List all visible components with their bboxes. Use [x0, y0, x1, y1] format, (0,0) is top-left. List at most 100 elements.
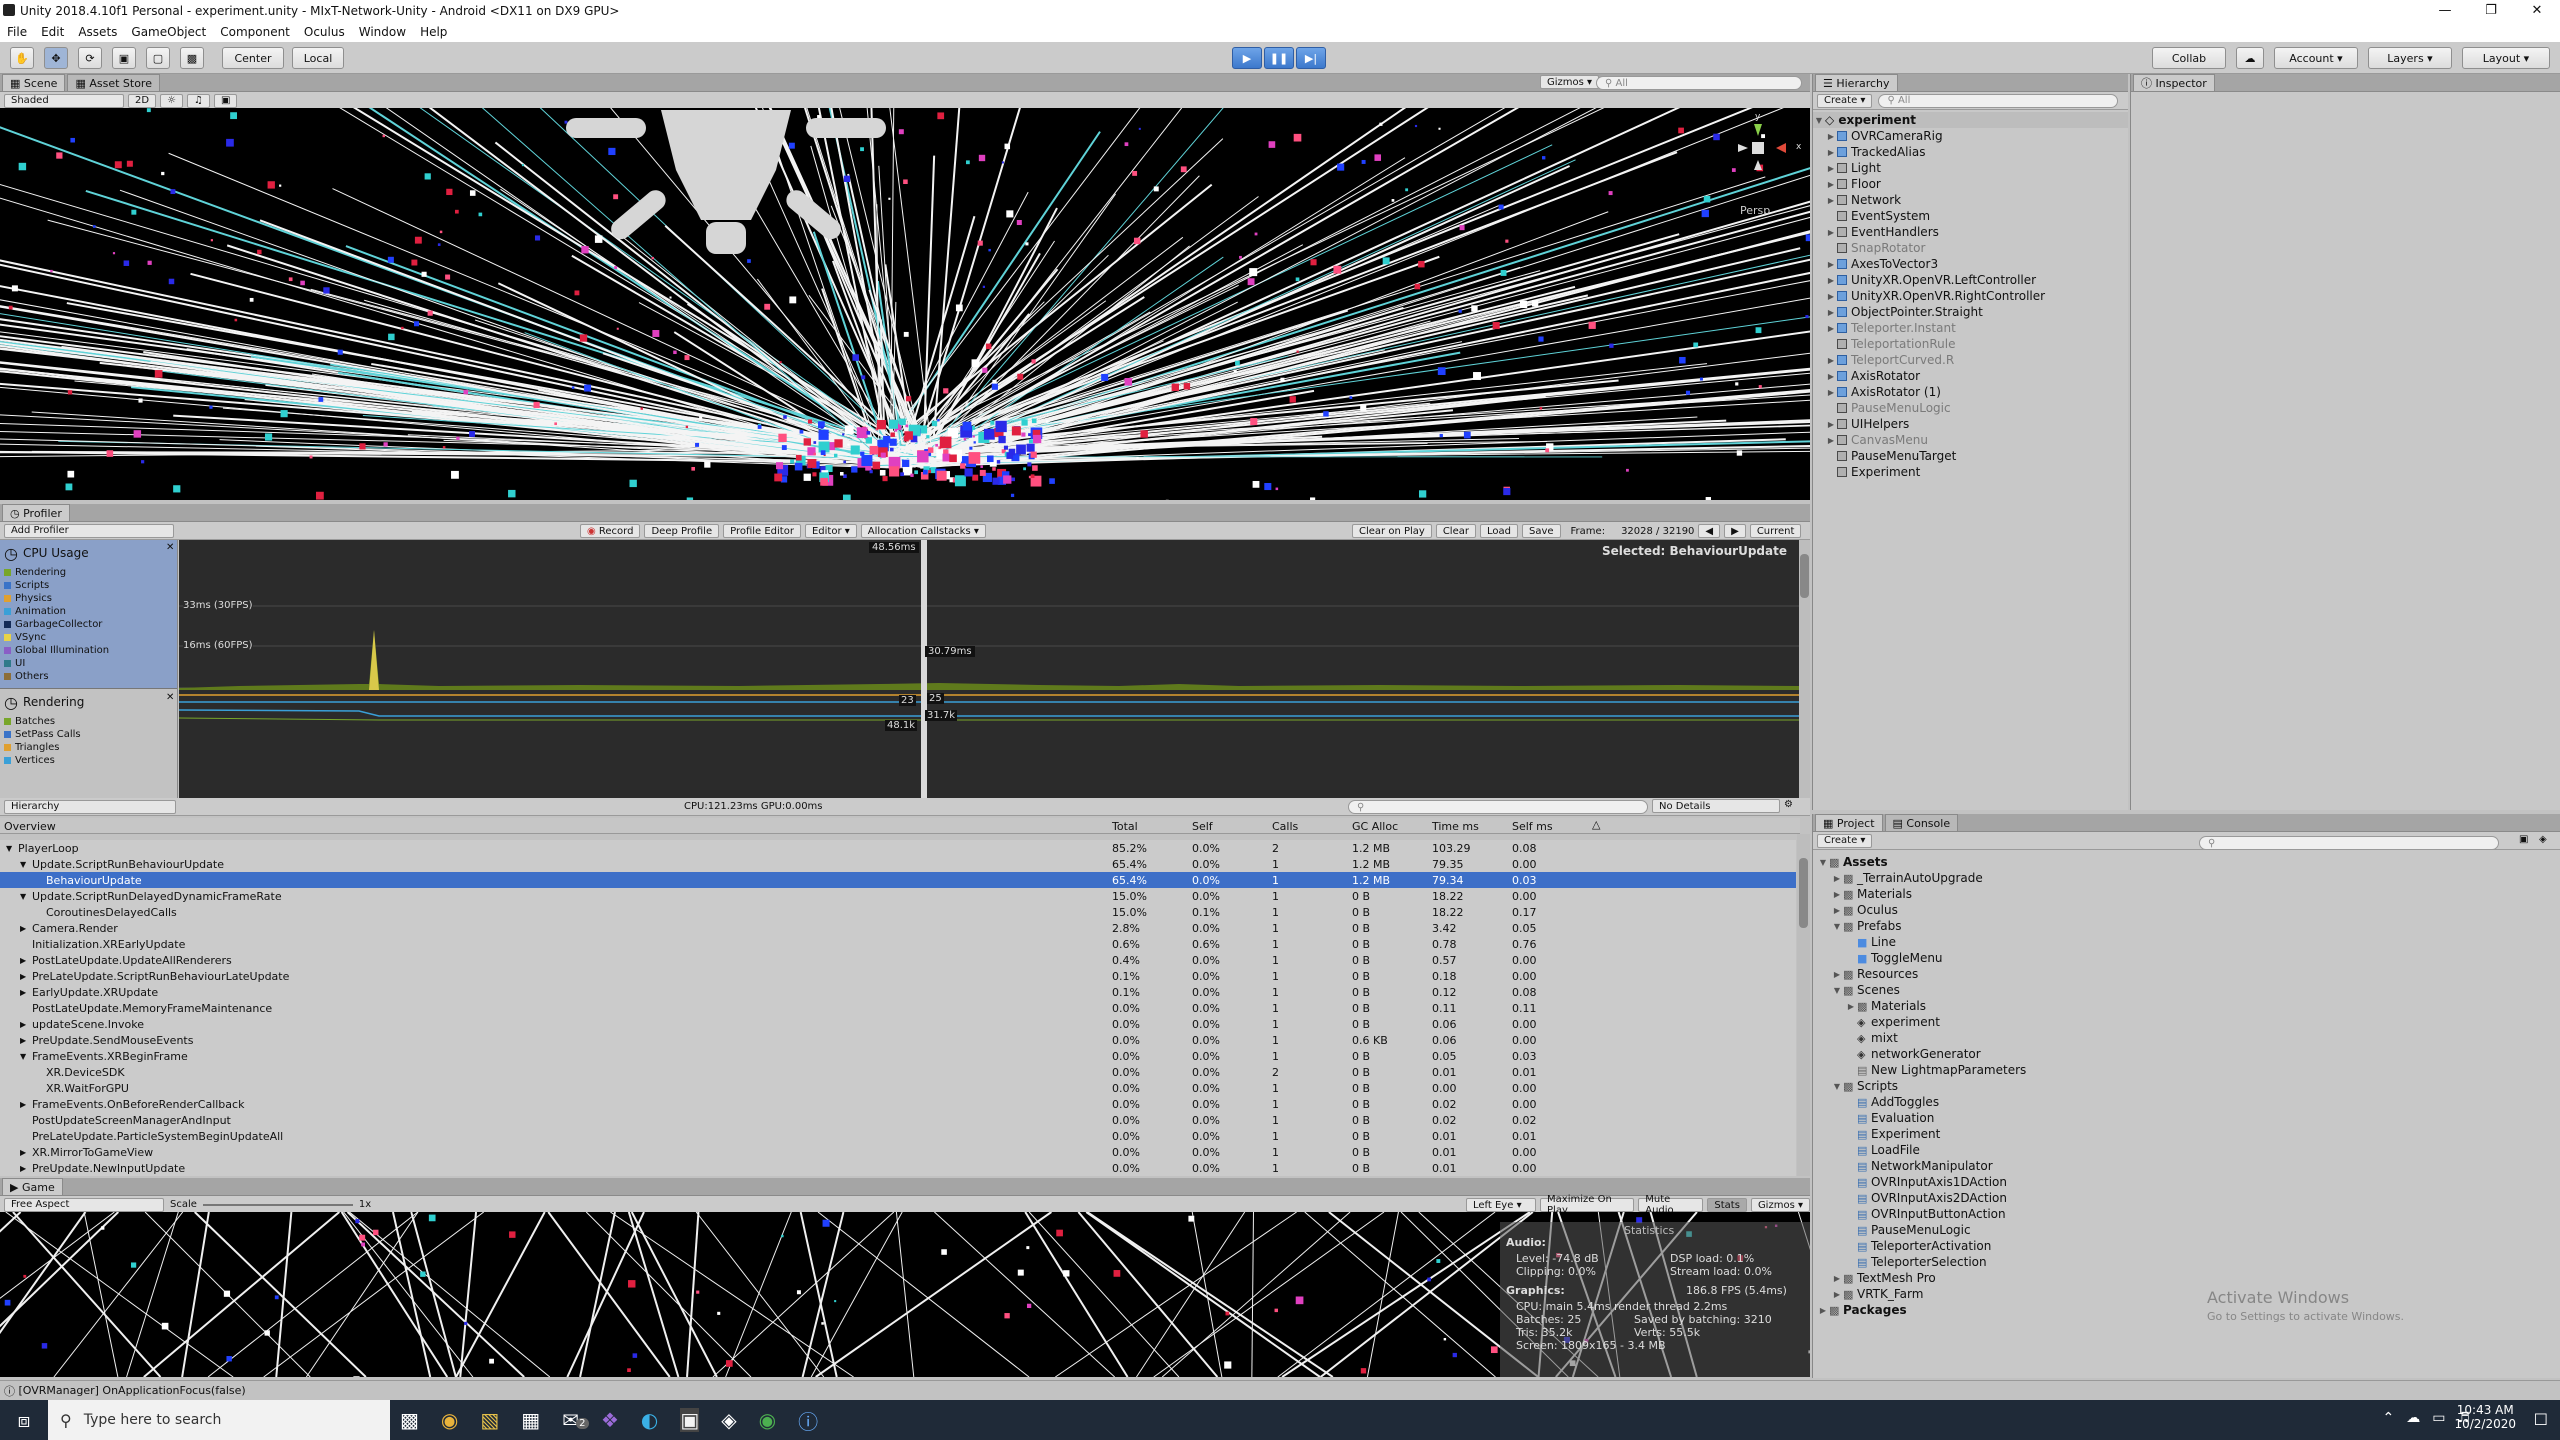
project-tree-item[interactable]: ▶ ▩ Resources [1813, 966, 2560, 982]
project-tree-item[interactable]: ▤ New LightmapParameters [1813, 1062, 2560, 1078]
profiler-graph-scrollbar[interactable] [1799, 540, 1810, 798]
details-dropdown[interactable]: No Details [1652, 799, 1780, 813]
visual-studio-icon[interactable]: ❖ [601, 1408, 619, 1432]
pivot-center-button[interactable]: Center [222, 47, 284, 69]
project-tree-item[interactable]: ▶ ▩ Materials [1813, 886, 2560, 902]
row-expand-arrow-icon[interactable]: ▶ [20, 956, 26, 965]
task-view-icon[interactable]: ▩ [400, 1408, 419, 1432]
hierarchy-item[interactable]: ▶ TrackedAlias [1813, 144, 2128, 160]
shading-mode-dropdown[interactable]: Shaded [4, 93, 124, 108]
profiler-table-scrollbar[interactable] [1797, 834, 1810, 1176]
project-tree-item[interactable]: ▶ ▩ _TerrainAutoUpgrade [1813, 870, 2560, 886]
expand-arrow-icon[interactable]: ▶ [1831, 890, 1843, 899]
table-row[interactable]: BehaviourUpdate 65.4% 0.0% 1 1.2 MB 79.34 0.03 [0, 872, 1796, 888]
legend-item[interactable]: Others [0, 670, 177, 683]
aspect-dropdown[interactable]: Free Aspect [4, 1197, 164, 1212]
table-row[interactable]: ▼ Update.ScriptRunDelayedDynamicFrameRate… [0, 888, 1796, 904]
expand-arrow-icon[interactable]: ▶ [1825, 148, 1837, 157]
legend-item[interactable]: Global Illumination [0, 644, 177, 657]
unity-taskbar-icon[interactable]: ◈ [721, 1408, 736, 1432]
project-create-dropdown[interactable]: Create ▾ [1817, 833, 1873, 848]
expand-arrow-icon[interactable]: ▶ [1825, 260, 1837, 269]
rendering-module[interactable]: ◷ Rendering ✕ Batches SetPass Calls Triang… [0, 688, 177, 798]
row-expand-arrow-icon[interactable]: ▼ [20, 860, 26, 869]
hierarchy-item[interactable]: Experiment [1813, 464, 2128, 480]
row-expand-arrow-icon[interactable]: ▶ [20, 924, 26, 933]
table-row[interactable]: ▶ PreUpdate.NewInputUpdate 0.0% 0.0% 1 0 B 0.0… [0, 1160, 1796, 1176]
row-expand-arrow-icon[interactable]: ▶ [20, 1036, 26, 1045]
hierarchy-item[interactable]: ▶ UIHelpers [1813, 416, 2128, 432]
hierarchy-search-input[interactable]: ⚲ All [1878, 93, 2119, 108]
hierarchy-item[interactable]: PauseMenuTarget [1813, 448, 2128, 464]
mail-icon[interactable]: ✉ 2 [562, 1408, 589, 1432]
prev-frame-icon[interactable]: ◀ [1698, 524, 1721, 538]
table-row[interactable]: ▶ EarlyUpdate.XRUpdate 0.1% 0.0% 1 0 B 0.12 0.0… [0, 984, 1796, 1000]
row-expand-arrow-icon[interactable]: ▶ [20, 1164, 26, 1173]
layers-dropdown[interactable]: Layers ▾ [2368, 47, 2452, 69]
gizmos-dropdown[interactable]: Gizmos ▾ [1540, 75, 1600, 89]
lighting-toggle-icon[interactable]: ☼ [160, 93, 184, 108]
expand-arrow-icon[interactable]: ▶ [1825, 292, 1837, 301]
game-gizmos-dropdown[interactable]: Gizmos ▾ [1750, 1198, 1810, 1212]
hierarchy-create-dropdown[interactable]: Create ▾ [1817, 93, 1873, 108]
rotate-tool-icon[interactable]: ⟳ [78, 47, 102, 69]
tab-inspector[interactable]: ⓘ Inspector [2133, 74, 2215, 91]
add-profiler-dropdown[interactable]: Add Profiler [4, 523, 174, 538]
record-button[interactable]: ◉ Record [580, 524, 641, 538]
hierarchy-item[interactable]: ▶ Teleporter.Instant [1813, 320, 2128, 336]
project-tree-item[interactable]: ▤ AddToggles [1813, 1094, 2560, 1110]
legend-item[interactable]: Rendering [0, 566, 177, 579]
tab-scene[interactable]: ▦ Scene [2, 74, 66, 91]
orientation-gizmo-icon[interactable]: y x [1728, 112, 1804, 174]
expand-arrow-icon[interactable]: ▶ [1831, 874, 1843, 883]
project-tree-item[interactable]: ▶ ▩ Packages [1813, 1302, 2560, 1318]
load-button[interactable]: Load [1479, 524, 1518, 538]
project-tree-item[interactable]: ▤ OVRInputAxis2DAction [1813, 1190, 2560, 1206]
transform-tool-icon[interactable]: ▩ [180, 47, 204, 69]
row-expand-arrow-icon[interactable]: ▶ [20, 988, 26, 997]
table-row[interactable]: ▶ XR.MirrorToGameView 0.0% 0.0% 1 0 B 0.01 0.00 [0, 1144, 1796, 1160]
project-tree-item[interactable]: ▼ ▩ Prefabs [1813, 918, 2560, 934]
legend-item[interactable]: VSync [0, 631, 177, 644]
hierarchy-item[interactable]: PauseMenuLogic [1813, 400, 2128, 416]
table-row[interactable]: ▶ PostLateUpdate.UpdateAllRenderers 0.4% 0.… [0, 952, 1796, 968]
file-explorer-icon[interactable]: ▧ [480, 1408, 499, 1432]
menu-assets[interactable]: Assets [71, 25, 124, 39]
hierarchy-item[interactable]: ▶ UnityXR.OpenVR.LeftController [1813, 272, 2128, 288]
project-tree-item[interactable]: ▤ OVRInputAxis1DAction [1813, 1174, 2560, 1190]
project-tree-item[interactable]: ◈ networkGenerator [1813, 1046, 2560, 1062]
project-tree-item[interactable]: ▤ OVRInputButtonAction [1813, 1206, 2560, 1222]
scene-root-item[interactable]: ▼ ◇ experiment [1813, 112, 2128, 128]
table-row[interactable]: Initialization.XREarlyUpdate 0.6% 0.6% 1 0 B… [0, 936, 1796, 952]
step-button[interactable]: ▶| [1296, 47, 1326, 69]
table-row[interactable]: ▶ updateScene.Invoke 0.0% 0.0% 1 0 B 0.06 0.00 [0, 1016, 1796, 1032]
legend-item[interactable]: Triangles [0, 741, 177, 754]
expand-arrow-icon[interactable]: ▶ [1817, 1306, 1829, 1315]
table-row[interactable]: PostLateUpdate.MemoryFrameMaintenance 0.0… [0, 1000, 1796, 1016]
col-calls[interactable]: Calls [1272, 820, 1298, 833]
table-scroll-thumb[interactable] [1799, 858, 1808, 928]
hierarchy-item[interactable]: ▶ OVRCameraRig [1813, 128, 2128, 144]
tab-asset-store[interactable]: ▦ Asset Store [67, 74, 160, 91]
status-bar[interactable]: ⓘ [OVRManager] OnApplicationFocus(false) [0, 1380, 2560, 1400]
game-viewport[interactable]: Statistics Audio: Level: -74.8 dB DSP lo… [0, 1212, 1810, 1377]
col-gc-alloc[interactable]: GC Alloc [1352, 820, 1398, 833]
expand-arrow-icon[interactable]: ▶ [1825, 388, 1837, 397]
table-row[interactable]: PreLateUpdate.ParticleSystemBeginUpdateA… [0, 1128, 1796, 1144]
project-tree-item[interactable]: ◈ experiment [1813, 1014, 2560, 1030]
save-button[interactable]: Save [1521, 524, 1561, 538]
project-tree-item[interactable]: ▶ ▩ VRTK_Farm [1813, 1286, 2560, 1302]
col-self-ms[interactable]: Self ms [1512, 820, 1553, 833]
hand-tool-icon[interactable]: ✋ [10, 47, 34, 69]
project-tree-item[interactable]: ▤ TeleporterActivation [1813, 1238, 2560, 1254]
tab-profiler[interactable]: ◷ Profiler [2, 504, 70, 521]
expand-arrow-icon[interactable]: ▶ [1825, 276, 1837, 285]
current-frame-button[interactable]: Current [1749, 524, 1802, 538]
clear-on-play-button[interactable]: Clear on Play [1352, 524, 1432, 538]
layout-dropdown[interactable]: Layout ▾ [2462, 47, 2550, 69]
legend-item[interactable]: GarbageCollector [0, 618, 177, 631]
cpu-module[interactable]: ◷ CPU Usage ✕ Rendering Scripts Physics Ani… [0, 540, 177, 688]
col-total[interactable]: Total [1112, 820, 1138, 833]
scene-viewport[interactable]: y x Persp [0, 108, 1810, 500]
close-button[interactable]: ✕ [2514, 0, 2560, 22]
